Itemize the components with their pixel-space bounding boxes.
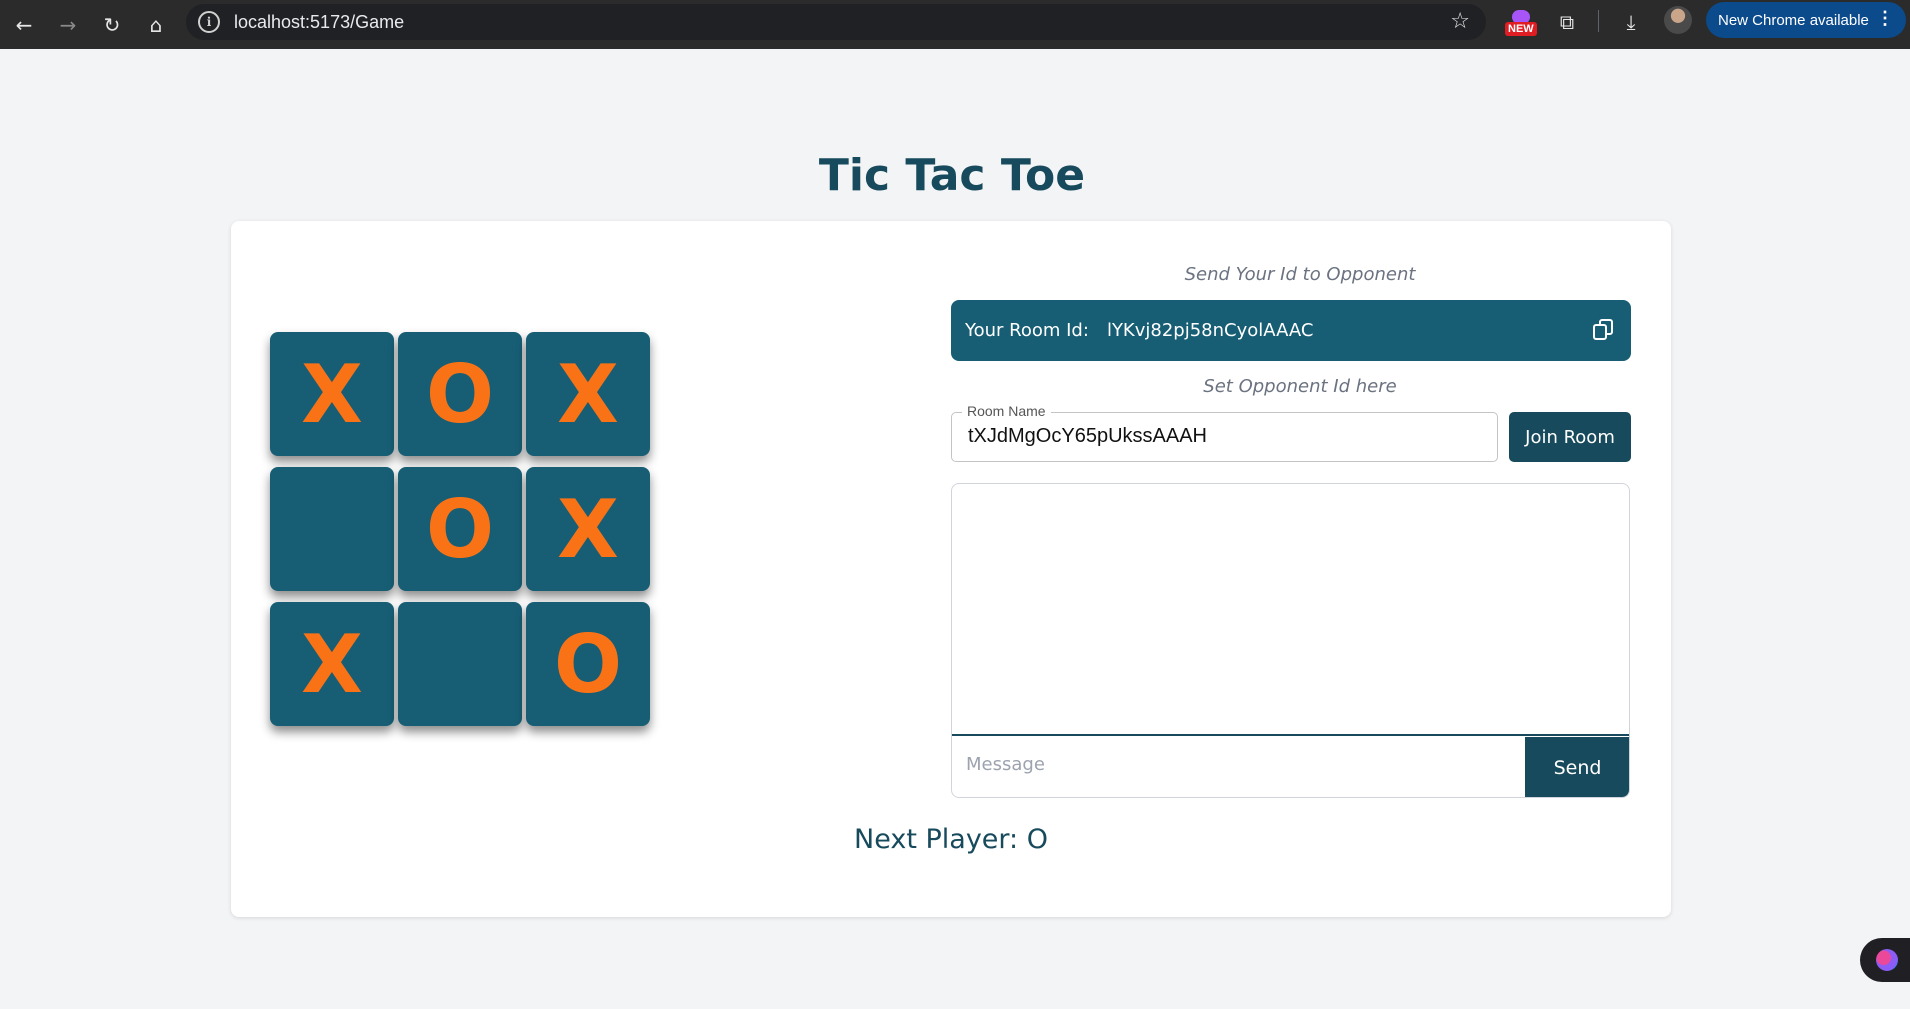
- address-url[interactable]: localhost:5173/Game: [234, 12, 404, 33]
- send-button[interactable]: Send: [1525, 737, 1629, 797]
- reload-icon[interactable]: ↻: [92, 5, 132, 45]
- room-id-bar: Your Room Id: lYKvj82pj58nCyolAAAC: [951, 300, 1631, 361]
- profile-avatar[interactable]: [1664, 6, 1692, 34]
- copy-icon[interactable]: [1593, 319, 1615, 341]
- board-cell[interactable]: O: [398, 467, 522, 591]
- browser-toolbar: ← → ↻ ⌂ i localhost:5173/Game ☆ NEW ⧉ ⤓ …: [0, 0, 1910, 49]
- game-board: X O X O X X O: [270, 332, 650, 726]
- board-cell[interactable]: O: [398, 332, 522, 456]
- board-cell[interactable]: [270, 467, 394, 591]
- board-cell[interactable]: X: [526, 467, 650, 591]
- board-cell[interactable]: X: [526, 332, 650, 456]
- address-bar[interactable]: i localhost:5173/Game ☆: [186, 4, 1486, 40]
- forward-icon[interactable]: →: [48, 5, 88, 45]
- chrome-update-label: New Chrome available: [1718, 11, 1869, 29]
- join-room-button[interactable]: Join Room: [1509, 412, 1631, 462]
- room-name-field[interactable]: Room Name: [951, 403, 1498, 462]
- site-info-icon[interactable]: i: [198, 11, 220, 33]
- room-id-label: Your Room Id:: [965, 320, 1089, 341]
- board-cell[interactable]: O: [526, 602, 650, 726]
- board-cell[interactable]: X: [270, 602, 394, 726]
- toolbar-divider: [1598, 10, 1599, 32]
- assistant-logo-icon: [1876, 949, 1898, 971]
- more-menu-icon[interactable]: ⋮: [1876, 8, 1894, 29]
- chrome-update-button[interactable]: New Chrome available ⋮: [1706, 2, 1906, 38]
- next-player-status: Next Player: O: [854, 824, 1048, 855]
- chat-panel: Send: [951, 483, 1630, 798]
- board-cell[interactable]: X: [270, 332, 394, 456]
- room-id-value: lYKvj82pj58nCyolAAAC: [1106, 320, 1314, 341]
- download-icon[interactable]: ⤓: [1616, 7, 1646, 37]
- game-card: X O X O X X O Send Your Id to Opponent Y…: [231, 221, 1671, 917]
- back-icon[interactable]: ←: [4, 5, 44, 45]
- floating-assistant-button[interactable]: [1860, 938, 1910, 982]
- new-badge: NEW: [1505, 22, 1537, 36]
- chat-log: [952, 484, 1629, 736]
- board-cell[interactable]: [398, 602, 522, 726]
- send-id-hint: Send Your Id to Opponent: [1184, 264, 1416, 285]
- page-title: Tic Tac Toe: [818, 150, 1086, 201]
- room-name-label: Room Name: [962, 403, 1051, 419]
- bookmark-star-icon[interactable]: ☆: [1450, 9, 1470, 34]
- home-icon[interactable]: ⌂: [136, 5, 176, 45]
- extensions-puzzle-icon[interactable]: ⧉: [1552, 7, 1582, 37]
- set-opponent-hint: Set Opponent Id here: [1203, 376, 1397, 397]
- room-name-input[interactable]: [968, 425, 1478, 448]
- extension-new-icon[interactable]: NEW: [1503, 8, 1537, 38]
- message-input[interactable]: [966, 754, 1506, 775]
